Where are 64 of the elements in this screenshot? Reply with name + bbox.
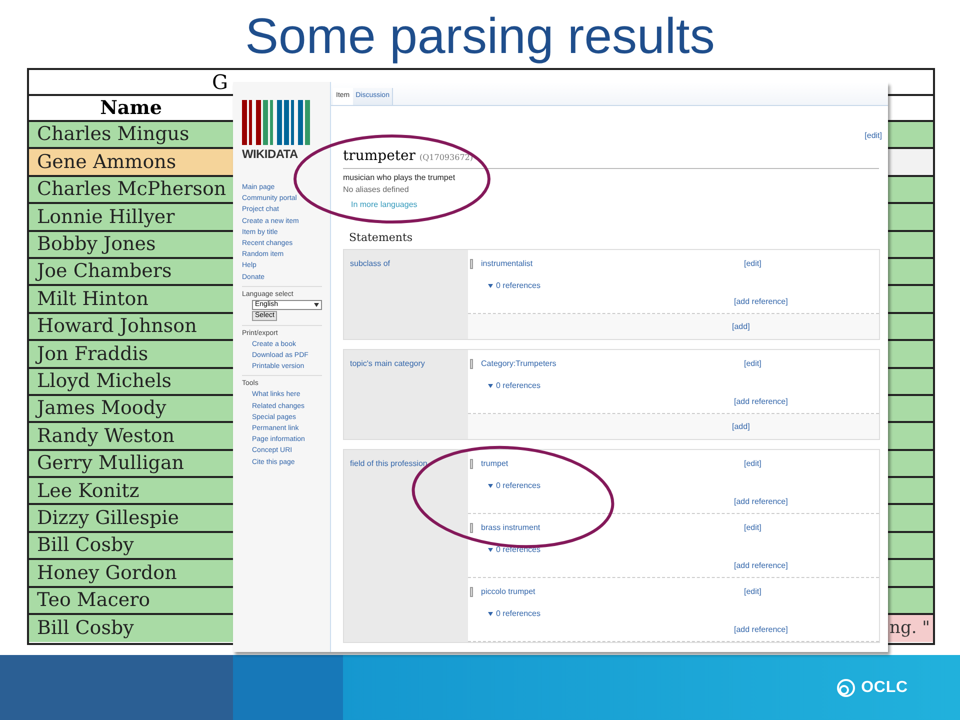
dropdown-caret-icon <box>314 302 319 307</box>
value-link[interactable]: trumpet <box>481 458 744 470</box>
table-cell: Honey Gordon <box>29 560 233 586</box>
property-label: field of this profession <box>349 458 428 470</box>
table-cell: Charles McPherson <box>29 176 233 202</box>
references-toggle[interactable]: 0 references <box>488 380 540 392</box>
table-cell: Bill Cosby <box>29 615 233 642</box>
drag-handle-icon <box>470 587 473 597</box>
edit-link[interactable]: [edit] <box>744 586 762 598</box>
more-languages-link[interactable]: In more languages <box>343 198 882 210</box>
logo-icon <box>835 676 858 698</box>
table-cell: Gene Ammons <box>29 149 233 175</box>
value-link[interactable]: Category:Trumpeters <box>481 358 744 370</box>
add-link[interactable]: [add] <box>732 320 750 332</box>
table-cell: James Moody <box>29 396 233 422</box>
property-label: topic's main category <box>349 358 426 370</box>
table-cell: Bobby Jones <box>29 232 233 257</box>
table-cell: Charles Mingus <box>29 122 233 148</box>
section-heading: Statements <box>348 230 414 246</box>
drag-handle-icon <box>470 523 473 533</box>
item-description: musician who plays the trumpet <box>343 172 456 184</box>
logo-text: WIKIDATA <box>242 148 299 160</box>
table-cell: Teo Macero <box>29 588 233 614</box>
property-label: subclass of <box>349 258 392 270</box>
table-cell: Lonnie Hillyer <box>29 204 233 230</box>
table-cell: Lloyd Michels <box>29 368 233 394</box>
references-toggle[interactable]: 0 references <box>488 280 540 292</box>
edit-link[interactable]: [edit] <box>744 458 762 470</box>
table-cell: Dizzy Gillespie <box>29 505 233 531</box>
table-cell: Lee Konitz <box>29 478 233 504</box>
table-cell: Milt Hinton <box>29 286 233 312</box>
value-link[interactable]: brass instrument <box>481 522 744 534</box>
references-toggle[interactable]: 0 references <box>488 480 540 492</box>
footer-logo-text: OCLC <box>861 678 908 698</box>
slide-title: Some parsing results <box>244 7 716 66</box>
value-link[interactable]: instrumentalist <box>481 258 744 270</box>
references-toggle[interactable]: 0 references <box>488 608 540 620</box>
caret-icon <box>488 548 493 552</box>
add-reference-link[interactable]: [add reference] <box>734 496 788 508</box>
edit-link[interactable]: [edit] <box>744 522 762 534</box>
value-link[interactable]: piccolo trumpet <box>481 586 744 598</box>
table-cell: Joe Chambers <box>29 258 233 284</box>
item-id: (Q17093672) <box>419 152 473 164</box>
edit-link[interactable]: [edit] <box>744 358 762 370</box>
add-reference-link[interactable]: [add reference] <box>734 624 788 636</box>
add-reference-link[interactable]: [add reference] <box>734 560 788 572</box>
add-reference-link[interactable]: [add reference] <box>734 396 788 408</box>
table-cell: Randy Weston <box>29 423 233 449</box>
drag-handle-icon <box>470 459 473 469</box>
table-cell: Bill Cosby <box>29 532 233 558</box>
drag-handle-icon <box>470 359 473 369</box>
table-cell: Gerry Mulligan <box>29 450 233 476</box>
logo-barcode-icon <box>242 100 312 145</box>
caret-icon <box>488 484 493 488</box>
drag-handle-icon <box>470 259 473 269</box>
table-cell: Jon Fraddis <box>29 341 233 367</box>
item-label: trumpeter <box>343 146 416 166</box>
aliases-text: No aliases defined <box>343 184 410 196</box>
caret-icon <box>488 384 493 388</box>
edit-link[interactable]: [edit] <box>744 258 762 270</box>
add-reference-link[interactable]: [add reference] <box>734 296 788 308</box>
add-link[interactable]: [add] <box>732 420 750 432</box>
table-cell: Howard Johnson <box>29 314 233 340</box>
edit-link[interactable]: [edit] <box>864 130 882 142</box>
